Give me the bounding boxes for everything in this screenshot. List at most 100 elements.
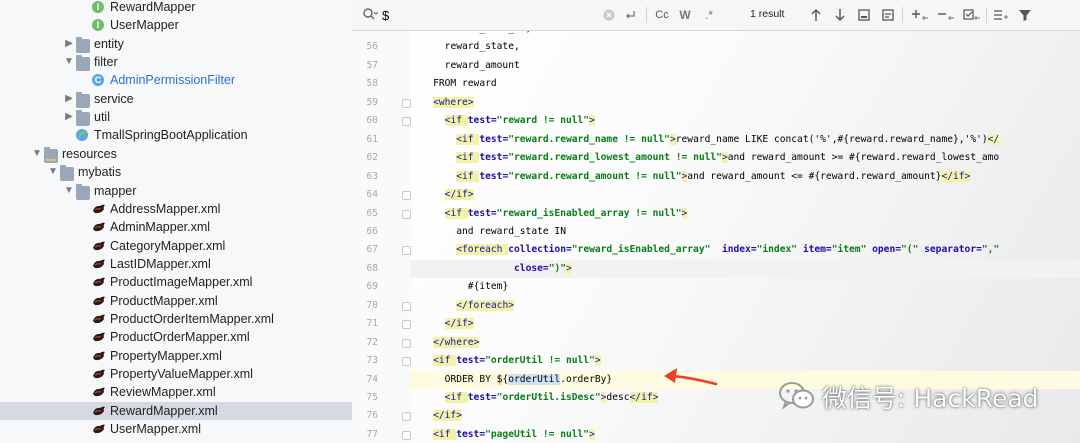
tree-item[interactable]: C AdminPermissionFilter [0, 71, 352, 89]
fold-marker-icon[interactable] [402, 338, 411, 348]
code-token: > [589, 115, 595, 127]
wrapped-line-highlight [410, 259, 1080, 278]
mybatis-xml-icon [92, 276, 106, 290]
code-line[interactable]: <foreach collection="reward_isEnabled_ar… [456, 241, 999, 259]
chevron-down-icon[interactable]: ▼ [64, 53, 74, 71]
code-line[interactable]: </if> [444, 186, 474, 204]
filter-icon[interactable] [1016, 7, 1034, 23]
code-line[interactable]: <if test="reward.reward_amount != null">… [456, 168, 971, 186]
tree-item-label: UserMapper.xml [110, 422, 201, 437]
show-filter-popup-icon[interactable] [992, 7, 1010, 23]
fold-marker-icon[interactable] [402, 412, 411, 422]
fold-marker-icon[interactable] [402, 357, 411, 367]
code-line[interactable]: </if> [433, 407, 462, 425]
fold-marker-icon[interactable] [402, 246, 411, 256]
add-occurrence-icon[interactable] [910, 7, 930, 23]
code-line[interactable]: ORDER BY ${orderUtil.orderBy} [445, 371, 612, 389]
clear-icon[interactable] [602, 7, 616, 23]
fold-marker-icon[interactable] [402, 430, 411, 440]
tree-item[interactable]: ▶ entity [0, 35, 352, 53]
code-line[interactable]: reward_state, [445, 38, 520, 56]
code-token: <where> [433, 96, 474, 108]
tree-item[interactable]: RewardMapper.xml [0, 401, 352, 420]
code-line[interactable]: FROM reward [433, 75, 497, 93]
tree-item[interactable]: ▼ mybatis [0, 163, 352, 182]
fold-marker-icon[interactable] [402, 191, 411, 201]
tree-item-label: mybatis [78, 165, 122, 180]
project-tree: I RewardMapper I UserMapper ▶ entity ▼ filter C A… [0, 0, 352, 443]
chevron-right-icon[interactable]: ▶ [64, 35, 74, 53]
line-number: 63 [366, 170, 378, 182]
fold-marker-icon[interactable] [402, 98, 411, 108]
tree-item-label: RewardMapper [110, 0, 196, 14]
tree-item[interactable]: ProductOrderItemMapper.xml [0, 310, 352, 328]
filter-search-icon[interactable] [880, 7, 896, 23]
code-line[interactable]: #{item} [468, 278, 508, 296]
tree-item[interactable]: ▶ service [0, 90, 352, 108]
separator [986, 7, 987, 23]
chevron-right-icon[interactable]: ▶ [64, 90, 74, 108]
tree-item[interactable]: ▼ mapper [0, 182, 352, 200]
match-case-toggle[interactable]: Cc [652, 7, 672, 23]
tree-item[interactable]: LastIDMapper.xml [0, 255, 352, 273]
search-icon[interactable] [362, 7, 379, 23]
fold-marker-icon[interactable] [402, 301, 411, 311]
tree-item[interactable]: AddressMapper.xml [0, 200, 352, 218]
mybatis-xml-icon [92, 350, 106, 364]
code-line[interactable]: <where> [433, 94, 474, 112]
tree-item-label: ProductOrderMapper.xml [110, 330, 250, 345]
remove-occurrence-icon[interactable] [936, 7, 956, 23]
code-line[interactable]: <if test="reward_isEnabled_array != null… [444, 205, 688, 223]
whole-words-toggle[interactable]: W [676, 7, 694, 23]
new-line-icon[interactable] [622, 7, 638, 23]
tree-item[interactable]: ▶ util [0, 108, 352, 127]
chevron-down-icon[interactable]: ▼ [64, 182, 74, 200]
tree-item[interactable]: I RewardMapper [0, 0, 352, 16]
chevron-right-icon[interactable]: ▶ [64, 108, 74, 126]
tree-item[interactable]: PropertyValueMapper.xml [0, 365, 352, 383]
tree-item[interactable]: ReviewMapper.xml [0, 383, 352, 401]
line-number: 56 [366, 41, 378, 53]
code-line[interactable]: </where> [433, 334, 480, 352]
code-line[interactable]: <if test="orderUtil != null"> [433, 352, 601, 370]
tree-item[interactable]: ProductMapper.xml [0, 292, 352, 310]
code-line[interactable]: and reward_state IN [456, 223, 566, 241]
select-all-icon[interactable] [962, 7, 982, 23]
select-all-occurrences-icon[interactable] [856, 7, 872, 23]
fold-marker-icon[interactable] [402, 117, 411, 127]
find-input[interactable] [382, 7, 592, 23]
code-line[interactable]: </if> [444, 315, 474, 333]
chevron-down-icon[interactable]: ▼ [48, 163, 58, 181]
code-line[interactable]: </foreach> [456, 297, 514, 315]
tree-item[interactable]: ▼ filter [0, 53, 352, 72]
arrow-up-icon[interactable] [808, 7, 824, 23]
tree-item[interactable]: CategoryMapper.xml [0, 237, 352, 255]
code-line[interactable]: reward_amount [445, 57, 520, 75]
code-line[interactable]: <if test="reward.reward_lowest_amount !=… [456, 149, 999, 167]
fold-marker-icon[interactable] [402, 209, 411, 219]
regex-toggle[interactable]: .* [700, 7, 718, 23]
tree-item[interactable]: I UserMapper [0, 16, 352, 34]
mybatis-xml-icon [92, 221, 106, 235]
code-line[interactable]: <if test="pageUtil != null"> [433, 426, 595, 443]
mybatis-xml-icon [92, 386, 106, 400]
tree-item[interactable]: ProductImageMapper.xml [0, 273, 352, 291]
code-token: test= [479, 170, 509, 182]
code-line[interactable]: <if test="reward != null"> [444, 112, 595, 130]
tree-item-label: resources [62, 146, 117, 161]
code-line[interactable]: close=")"> [514, 260, 572, 278]
tree-item[interactable]: ▼ resources [0, 145, 352, 163]
tree-item-label: service [94, 91, 134, 106]
code-line[interactable]: <if test="reward.reward_name != null">re… [456, 131, 1000, 149]
arrow-down-icon[interactable] [832, 7, 848, 23]
code-line[interactable]: <if test="orderUtil.isDesc">desc</if> [444, 389, 659, 407]
code-token: </foreach> [456, 299, 514, 311]
tree-item[interactable]: UserMapper.xml [0, 420, 352, 438]
tree-item[interactable]: AdminMapper.xml [0, 218, 352, 236]
fold-marker-icon[interactable] [402, 320, 411, 330]
chevron-down-icon[interactable]: ▼ [32, 145, 42, 163]
tree-item[interactable]: TmallSpringBootApplication [0, 126, 352, 144]
tree-item[interactable]: PropertyMapper.xml [0, 347, 352, 365]
tree-item[interactable]: ProductOrderMapper.xml [0, 328, 352, 346]
code-token: <if [433, 428, 457, 440]
